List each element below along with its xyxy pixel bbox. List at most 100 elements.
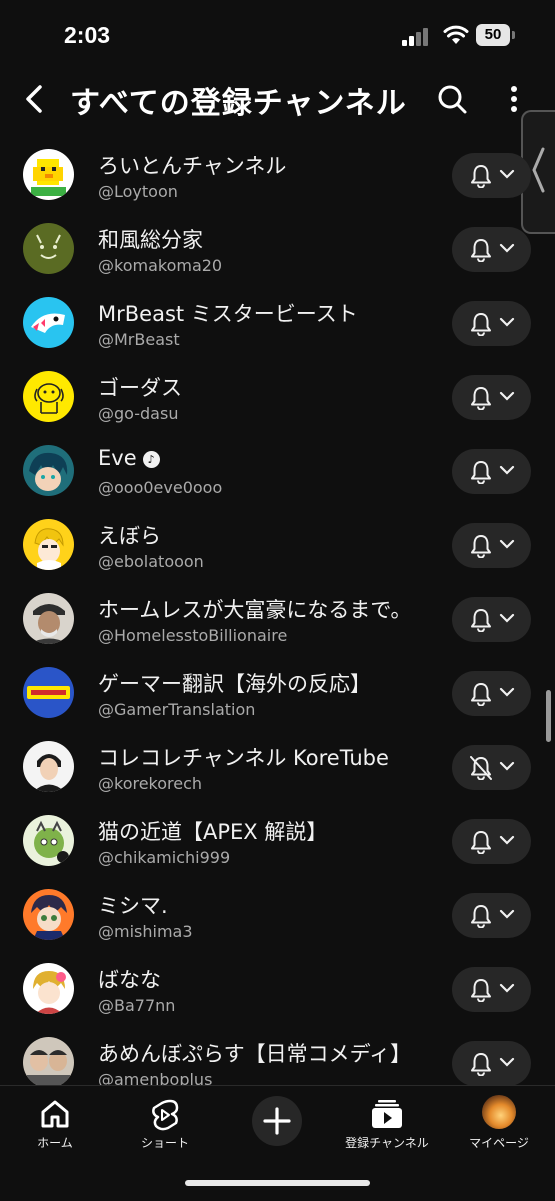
channel-avatar[interactable] — [23, 667, 74, 718]
tab-subscriptions[interactable]: 登録チャンネル — [332, 1094, 442, 1154]
channel-row[interactable]: ミシマ. @mishima3 — [0, 880, 555, 954]
channel-handle: @amenboplus — [98, 1070, 213, 1085]
channel-name: えぼら — [98, 524, 161, 548]
home-indicator — [185, 1180, 370, 1186]
tab-shorts-label: ショート — [140, 1136, 189, 1150]
status-bar: 2:03 50 — [0, 0, 555, 76]
channel-avatar[interactable] — [23, 149, 74, 200]
chevron-down-icon — [499, 317, 515, 327]
channel-handle: @HomelesstoBillionaire — [98, 626, 288, 645]
notification-button[interactable] — [452, 375, 531, 420]
channel-avatar[interactable] — [23, 297, 74, 348]
channel-avatar[interactable] — [23, 963, 74, 1014]
scrollbar[interactable] — [546, 690, 551, 742]
notification-button[interactable] — [452, 523, 531, 568]
plus-icon — [263, 1107, 291, 1135]
bell-off-icon — [470, 756, 492, 780]
channel-row[interactable]: Eve ♪ @ooo0eve0ooo — [0, 436, 555, 510]
channel-handle: @ooo0eve0ooo — [98, 478, 223, 497]
notification-button[interactable] — [452, 671, 531, 716]
channel-row[interactable]: ろいとんチャンネル @Loytoon — [0, 140, 555, 214]
app-header: すべての登録チャンネル — [0, 76, 555, 122]
battery-level: 50 — [476, 24, 510, 46]
chevron-down-icon — [499, 243, 515, 253]
channel-row[interactable]: 和風総分家 @komakoma20 — [0, 214, 555, 288]
notification-button[interactable] — [452, 893, 531, 938]
bell-icon — [471, 831, 491, 854]
bell-icon — [471, 535, 491, 558]
channel-avatar[interactable] — [23, 519, 74, 570]
tab-subscriptions-label: 登録チャンネル — [345, 1136, 429, 1150]
chevron-down-icon — [499, 687, 515, 697]
channel-avatar[interactable] — [23, 741, 74, 792]
channel-avatar[interactable] — [23, 593, 74, 644]
bell-icon — [471, 1053, 491, 1076]
notification-button[interactable] — [452, 301, 531, 346]
create-button[interactable] — [252, 1096, 302, 1146]
channel-avatar[interactable] — [23, 445, 74, 496]
notification-button[interactable] — [452, 597, 531, 642]
bell-icon — [471, 979, 491, 1002]
channel-handle: @ebolatooon — [98, 552, 204, 571]
chevron-down-icon — [499, 539, 515, 549]
bell-icon — [471, 239, 491, 262]
channel-avatar[interactable] — [23, 371, 74, 422]
channel-handle: @Ba77nn — [98, 996, 176, 1015]
battery-icon: 50 — [476, 24, 516, 46]
notification-button[interactable] — [452, 449, 531, 494]
notification-button[interactable] — [452, 1041, 531, 1085]
channel-name: ばなな — [98, 968, 161, 992]
shorts-icon — [152, 1099, 179, 1131]
notification-button[interactable] — [452, 153, 531, 198]
bell-icon — [471, 683, 491, 706]
notification-button[interactable] — [452, 967, 531, 1012]
channel-avatar[interactable] — [23, 1037, 74, 1085]
channel-row[interactable]: MrBeast ミスタービースト @MrBeast — [0, 288, 555, 362]
tab-you[interactable]: マイページ — [444, 1094, 554, 1154]
channel-row[interactable]: ゴーダス @go-dasu — [0, 362, 555, 436]
channel-row[interactable]: 猫の近道【APEX 解説】 @chikamichi999 — [0, 806, 555, 880]
channel-handle: @MrBeast — [98, 330, 180, 349]
chevron-down-icon — [499, 169, 515, 179]
tab-home[interactable]: ホーム — [0, 1094, 110, 1154]
channel-row[interactable]: コレコレチャンネル KoreTube @korekorech — [0, 732, 555, 806]
channel-row[interactable]: あめんぼぷらす【日常コメディ】 @amenboplus — [0, 1028, 555, 1085]
channel-row[interactable]: えぼら @ebolatooon — [0, 510, 555, 584]
search-icon[interactable] — [434, 81, 470, 117]
channel-name: 猫の近道【APEX 解説】 — [98, 820, 328, 844]
channel-name-text: Eve — [98, 446, 137, 470]
bell-icon — [471, 387, 491, 410]
back-arrow-icon[interactable] — [18, 81, 54, 117]
notification-button[interactable] — [452, 745, 531, 790]
wifi-icon — [443, 25, 469, 44]
bell-icon — [471, 313, 491, 336]
chevron-down-icon — [499, 391, 515, 401]
channel-avatar[interactable] — [23, 223, 74, 274]
channel-name: あめんぼぷらす【日常コメディ】 — [98, 1042, 412, 1066]
bell-icon — [471, 609, 491, 632]
verified-artist-icon: ♪ — [142, 451, 160, 468]
channel-row[interactable]: ホームレスが大富豪になるまで。 @HomelesstoBillionaire — [0, 584, 555, 658]
channel-handle: @chikamichi999 — [98, 848, 231, 867]
channel-name: Eve ♪ — [98, 446, 160, 470]
chevron-down-icon — [499, 465, 515, 475]
home-icon — [41, 1100, 69, 1128]
channel-row[interactable]: ゲーマー翻訳【海外の反応】 @GamerTranslation — [0, 658, 555, 732]
channel-handle: @Loytoon — [98, 182, 178, 201]
channel-name: ろいとんチャンネル — [98, 154, 287, 178]
notification-button[interactable] — [452, 819, 531, 864]
channel-row[interactable]: ばなな @Ba77nn — [0, 954, 555, 1028]
channel-handle: @komakoma20 — [98, 256, 223, 275]
clock: 2:03 — [64, 22, 111, 48]
tab-home-label: ホーム — [37, 1136, 73, 1150]
channel-name: ゲーマー翻訳【海外の反応】 — [98, 672, 371, 696]
profile-avatar — [482, 1095, 516, 1129]
subscriptions-icon — [372, 1100, 402, 1128]
tab-shorts[interactable]: ショート — [110, 1094, 220, 1154]
channel-name: ホームレスが大富豪になるまで。 — [98, 598, 412, 622]
notification-button[interactable] — [452, 227, 531, 272]
channel-avatar[interactable] — [23, 815, 74, 866]
channel-avatar[interactable] — [23, 889, 74, 940]
chevron-down-icon — [499, 1057, 515, 1067]
subscriptions-list: ろいとんチャンネル @Loytoon 和風総分家 @komakoma20 MrB… — [0, 140, 555, 1085]
